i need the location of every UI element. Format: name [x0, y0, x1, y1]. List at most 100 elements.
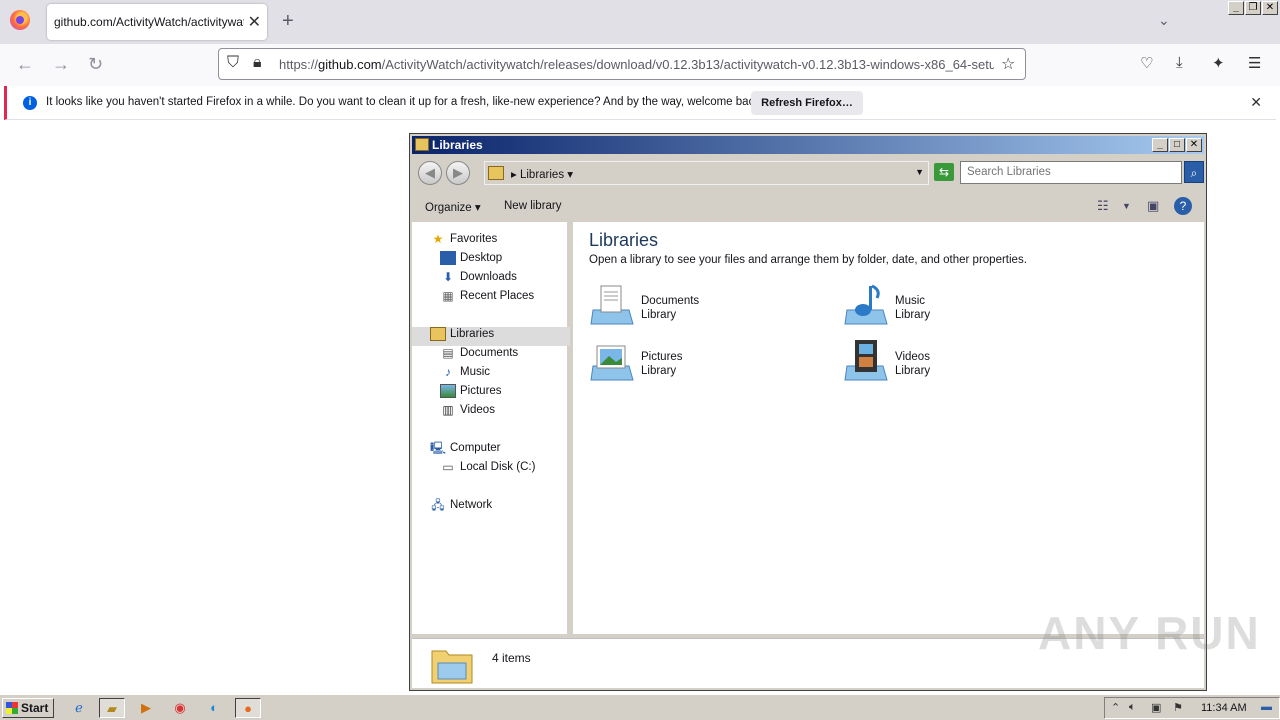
taskbar: Start ℯ ▰ ▶ ◉ ◐ ● ⌃ 🔈︎ ▣ ⚑ 11:34 AM ▬: [0, 694, 1280, 720]
address-dropdown-icon[interactable]: ▼: [915, 167, 924, 177]
nav-network[interactable]: 🖧︎ Network: [430, 498, 492, 517]
chrome-icon[interactable]: ◉: [167, 698, 193, 718]
desktop-icon: [440, 251, 456, 265]
refresh-firefox-button[interactable]: Refresh Firefox…: [751, 91, 863, 115]
new-tab-icon[interactable]: +: [282, 10, 294, 33]
watermark: ANY RUN: [1038, 607, 1261, 659]
downloads-folder-icon: ⬇: [442, 270, 454, 284]
explorer-window-controls: _ □ ✕: [1152, 138, 1202, 152]
preview-pane-icon[interactable]: ▣: [1147, 198, 1159, 214]
back-icon[interactable]: ←: [16, 54, 34, 75]
change-view-icon[interactable]: ☷: [1097, 198, 1109, 214]
documents-library-icon: [590, 285, 634, 325]
navigation-pane: ★ Favorites Desktop ⬇ Downloads ▦ Recent Pl…: [412, 222, 570, 634]
nav-recent-places[interactable]: ▦ Recent Places: [440, 289, 534, 308]
nav-pictures[interactable]: Pictures: [440, 384, 502, 403]
start-button[interactable]: Start: [2, 698, 54, 718]
close-button[interactable]: ✕: [1262, 1, 1278, 15]
volume-icon[interactable]: 🔈︎: [1129, 701, 1136, 714]
lock-icon[interactable]: 🔒︎: [253, 54, 262, 72]
extensions-icon[interactable]: ✦: [1212, 54, 1225, 72]
list-all-tabs-icon[interactable]: ⌄: [1158, 12, 1170, 29]
explorer-forward-button[interactable]: ▶: [446, 161, 470, 185]
downloads-icon[interactable]: ⤓: [1176, 54, 1183, 71]
explorer-minimize-button[interactable]: _: [1152, 138, 1168, 152]
new-library-button[interactable]: New library: [504, 200, 562, 212]
url-text[interactable]: https://github.com/ActivityWatch/activit…: [279, 57, 994, 72]
library-label: Videos Library: [895, 351, 931, 377]
library-label: Music Library: [895, 295, 931, 321]
reload-icon[interactable]: ↻: [88, 54, 103, 75]
url-bar[interactable]: ⛉ 🔒︎ https://github.com/ActivityWatch/ac…: [218, 48, 1026, 80]
nav-favorites[interactable]: ★ Favorites: [430, 232, 498, 251]
show-desktop-icon[interactable]: ▬: [1261, 701, 1272, 713]
page-description: Open a library to see your files and arr…: [589, 254, 1027, 266]
media-player-icon[interactable]: ▶: [133, 698, 159, 718]
explorer-maximize-button[interactable]: □: [1169, 138, 1185, 152]
forward-icon[interactable]: →: [52, 54, 70, 75]
view-dropdown-icon[interactable]: ▼: [1122, 201, 1131, 211]
libraries-folder-icon: [430, 327, 446, 341]
action-center-flag-icon[interactable]: ⚑: [1173, 701, 1183, 714]
library-item-pictures[interactable]: Pictures Library: [589, 338, 809, 388]
tab-close-icon[interactable]: ✕: [248, 12, 261, 32]
window-controls: _ ❐ ✕: [1228, 1, 1278, 15]
library-item-music[interactable]: Music Library: [843, 282, 1063, 332]
internet-explorer-icon[interactable]: ℯ: [66, 698, 92, 718]
explorer-title-bar[interactable]: Libraries _ □ ✕: [412, 136, 1204, 154]
address-text[interactable]: ▸ Libraries ▾: [511, 167, 573, 181]
explorer-close-button[interactable]: ✕: [1186, 138, 1202, 152]
explorer-title: Libraries: [432, 138, 483, 152]
organize-button[interactable]: Organize ▾: [425, 200, 481, 214]
network-tray-icon[interactable]: ▣: [1151, 701, 1161, 714]
address-bar[interactable]: ▸ Libraries ▾ ▼: [484, 161, 929, 185]
libraries-folder-icon: [415, 138, 429, 151]
videos-library-icon: [844, 340, 888, 381]
explorer-back-button[interactable]: ◀: [418, 161, 442, 185]
nav-local-disk[interactable]: ▭ Local Disk (C:): [440, 460, 535, 479]
nav-videos[interactable]: ▥ Videos: [440, 403, 495, 422]
explorer-refresh-button[interactable]: ⇆: [934, 163, 954, 181]
library-item-documents[interactable]: Documents Library: [589, 282, 809, 332]
firefox-taskbar-icon[interactable]: ●: [235, 698, 261, 718]
firefox-logo-icon: [10, 10, 30, 30]
film-icon: ▥: [442, 403, 454, 417]
library-item-videos[interactable]: Videos Library: [843, 338, 1063, 388]
nav-documents[interactable]: ▤ Documents: [440, 346, 518, 365]
network-icon: 🖧︎: [431, 498, 445, 512]
document-icon: ▤: [442, 346, 454, 360]
music-note-icon: ♪: [445, 365, 451, 379]
nav-desktop[interactable]: Desktop: [440, 251, 502, 270]
pocket-icon[interactable]: ♡: [1140, 54, 1153, 72]
browser-tab-active[interactable]: github.com/ActivityWatch/activitywatch/r…: [47, 4, 267, 40]
search-field[interactable]: [960, 161, 1182, 184]
system-tray: ⌃ 🔈︎ ▣ ⚑ 11:34 AM ▬: [1104, 697, 1280, 719]
edge-icon[interactable]: ◐: [201, 698, 227, 718]
restore-button[interactable]: ❐: [1245, 1, 1261, 15]
library-label: Documents Library: [641, 295, 700, 321]
file-explorer-icon[interactable]: ▰: [99, 698, 125, 718]
minimize-button[interactable]: _: [1228, 1, 1244, 15]
show-hidden-icons-icon[interactable]: ⌃: [1111, 701, 1120, 714]
recent-places-icon: ▦: [442, 289, 454, 303]
shield-icon[interactable]: ⛉: [227, 54, 239, 72]
notification-text: It looks like you haven't started Firefo…: [46, 96, 764, 108]
nav-libraries[interactable]: Libraries: [412, 327, 570, 346]
notification-close-icon[interactable]: ✕: [1250, 94, 1262, 111]
browser-nav-bar: ← → ↻ ⛉ 🔒︎ https://github.com/ActivityWa…: [0, 44, 1280, 86]
search-input[interactable]: [961, 162, 1171, 182]
help-icon[interactable]: ?: [1174, 197, 1192, 215]
bookmark-star-icon[interactable]: ☆: [1001, 54, 1015, 74]
nav-music[interactable]: ♪ Music: [440, 365, 490, 384]
libraries-folder-icon: [488, 166, 504, 180]
picture-icon: [440, 384, 456, 398]
computer-icon: 🖳︎: [430, 441, 447, 455]
nav-downloads[interactable]: ⬇ Downloads: [440, 270, 517, 289]
search-icon[interactable]: ⌕: [1184, 161, 1204, 183]
clock[interactable]: 11:34 AM: [1201, 702, 1247, 714]
content-pane: Libraries Open a library to see your fil…: [573, 222, 1204, 634]
menu-icon[interactable]: ☰: [1248, 54, 1261, 72]
nav-computer[interactable]: 🖳︎ Computer: [430, 441, 501, 460]
page-title: Libraries: [589, 230, 659, 250]
tab-title: github.com/ActivityWatch/activitywatch/r…: [54, 15, 244, 29]
